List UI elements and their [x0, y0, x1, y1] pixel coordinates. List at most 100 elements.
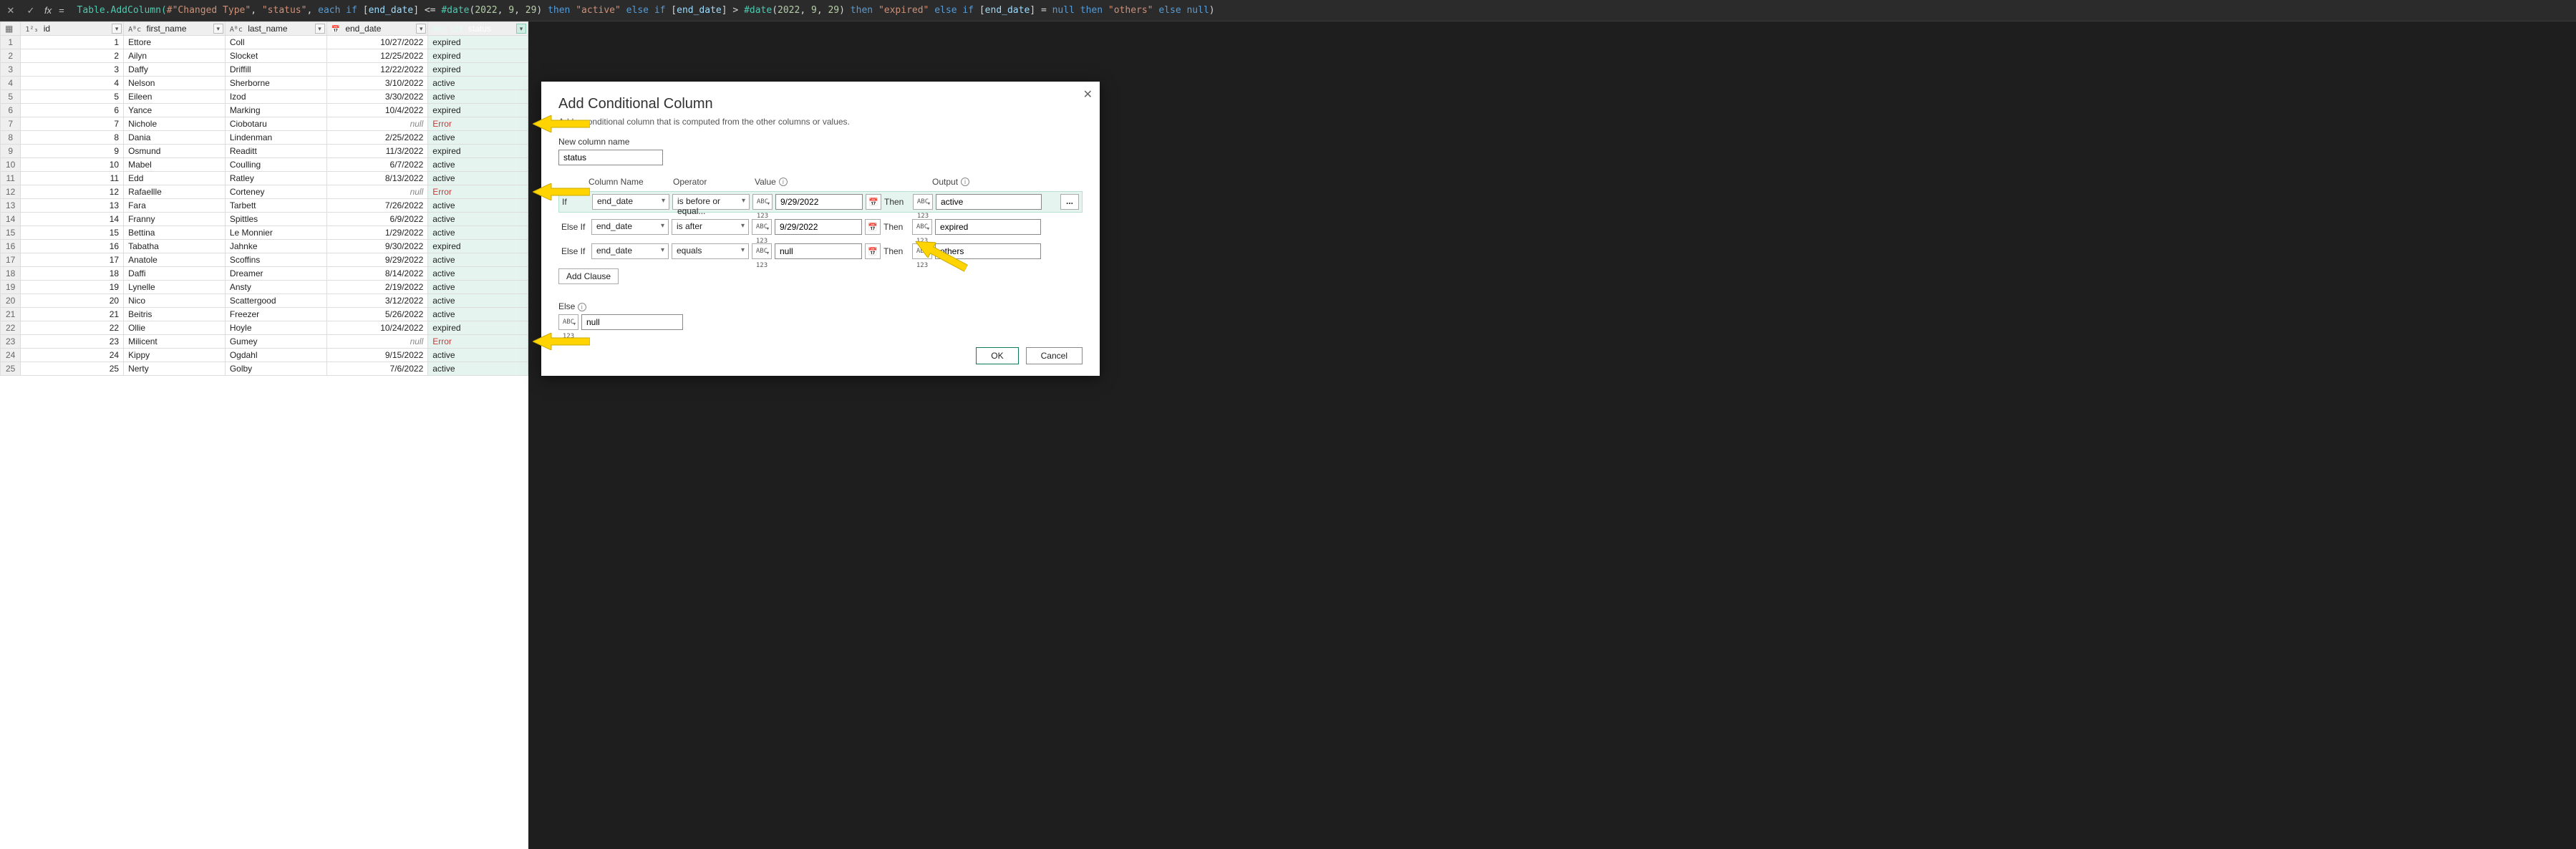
cell-status[interactable]: active: [428, 226, 528, 240]
cell-first-name[interactable]: Fara: [124, 199, 226, 213]
cell-first-name[interactable]: Eileen: [124, 90, 226, 104]
table-row[interactable]: 1111EddRatley8/13/2022active: [1, 172, 528, 185]
table-row[interactable]: 2222OllieHoyle10/24/2022expired: [1, 321, 528, 335]
else-value-input[interactable]: [581, 314, 683, 330]
more-options-button[interactable]: ...: [1060, 194, 1079, 210]
table-row[interactable]: 1313FaraTarbett7/26/2022active: [1, 199, 528, 213]
row-number[interactable]: 24: [1, 349, 21, 362]
cell-first-name[interactable]: Mabel: [124, 158, 226, 172]
cancel-button[interactable]: Cancel: [1026, 347, 1083, 364]
cell-first-name[interactable]: Ailyn: [124, 49, 226, 63]
cell-id[interactable]: 4: [21, 77, 124, 90]
cell-id[interactable]: 21: [21, 308, 124, 321]
cell-first-name[interactable]: Nichole: [124, 117, 226, 131]
accept-formula-icon[interactable]: ✓: [24, 5, 37, 16]
row-number[interactable]: 12: [1, 185, 21, 199]
cell-status[interactable]: expired: [428, 36, 528, 49]
date-picker-icon[interactable]: 📅: [866, 194, 881, 210]
cell-first-name[interactable]: Franny: [124, 213, 226, 226]
row-number[interactable]: 11: [1, 172, 21, 185]
cell-first-name[interactable]: Ollie: [124, 321, 226, 335]
filter-dropdown-icon[interactable]: ▾: [516, 24, 526, 34]
cell-end-date[interactable]: 8/13/2022: [326, 172, 428, 185]
cell-last-name[interactable]: Le Monnier: [225, 226, 326, 240]
cell-id[interactable]: 5: [21, 90, 124, 104]
data-grid[interactable]: ▦ 1²₃ id ▾ Aᴮc first_name ▾ Aᴮc: [0, 21, 528, 849]
cell-id[interactable]: 25: [21, 362, 124, 376]
table-row[interactable]: 1818DaffiDreamer8/14/2022active: [1, 267, 528, 281]
row-number[interactable]: 10: [1, 158, 21, 172]
cell-last-name[interactable]: Freezer: [225, 308, 326, 321]
cell-last-name[interactable]: Driffill: [225, 63, 326, 77]
row-number[interactable]: 2: [1, 49, 21, 63]
cell-end-date[interactable]: 6/9/2022: [326, 213, 428, 226]
row-number[interactable]: 5: [1, 90, 21, 104]
cell-end-date[interactable]: 9/15/2022: [326, 349, 428, 362]
cell-first-name[interactable]: Nico: [124, 294, 226, 308]
row-number[interactable]: 9: [1, 145, 21, 158]
table-row[interactable]: 1515BettinaLe Monnier1/29/2022active: [1, 226, 528, 240]
cell-id[interactable]: 12: [21, 185, 124, 199]
cell-end-date[interactable]: null: [326, 185, 428, 199]
table-row[interactable]: 55EileenIzod3/30/2022active: [1, 90, 528, 104]
cell-end-date[interactable]: 7/26/2022: [326, 199, 428, 213]
cell-status[interactable]: active: [428, 90, 528, 104]
cancel-formula-icon[interactable]: ✕: [4, 5, 17, 16]
row-number[interactable]: 20: [1, 294, 21, 308]
table-row[interactable]: 1717AnatoleScoffins9/29/2022active: [1, 253, 528, 267]
output-input[interactable]: [935, 243, 1041, 259]
cell-last-name[interactable]: Spittles: [225, 213, 326, 226]
cell-last-name[interactable]: Ratley: [225, 172, 326, 185]
cell-first-name[interactable]: Nelson: [124, 77, 226, 90]
close-icon[interactable]: ✕: [1083, 87, 1093, 102]
cell-id[interactable]: 16: [21, 240, 124, 253]
cell-id[interactable]: 10: [21, 158, 124, 172]
cell-last-name[interactable]: Gumey: [225, 335, 326, 349]
value-type-selector[interactable]: ABC 123: [752, 243, 772, 259]
cell-status[interactable]: active: [428, 294, 528, 308]
cell-last-name[interactable]: Dreamer: [225, 267, 326, 281]
cell-status[interactable]: expired: [428, 240, 528, 253]
cell-last-name[interactable]: Tarbett: [225, 199, 326, 213]
cell-status[interactable]: active: [428, 281, 528, 294]
table-row[interactable]: 1010MabelCoulling6/7/2022active: [1, 158, 528, 172]
table-row[interactable]: 33DaffyDriffill12/22/2022expired: [1, 63, 528, 77]
cell-first-name[interactable]: Rafaellle: [124, 185, 226, 199]
table-row[interactable]: 2323MilicentGumeynullError: [1, 335, 528, 349]
row-number[interactable]: 25: [1, 362, 21, 376]
cell-status[interactable]: active: [428, 158, 528, 172]
filter-dropdown-icon[interactable]: ▾: [213, 24, 223, 34]
cell-status[interactable]: expired: [428, 63, 528, 77]
filter-dropdown-icon[interactable]: ▾: [315, 24, 325, 34]
cell-end-date[interactable]: 3/12/2022: [326, 294, 428, 308]
filter-dropdown-icon[interactable]: ▾: [112, 24, 122, 34]
filter-dropdown-icon[interactable]: ▾: [416, 24, 426, 34]
row-number[interactable]: 15: [1, 226, 21, 240]
cell-last-name[interactable]: Lindenman: [225, 131, 326, 145]
cell-status[interactable]: expired: [428, 104, 528, 117]
cell-first-name[interactable]: Ettore: [124, 36, 226, 49]
fx-icon[interactable]: fx: [44, 5, 52, 16]
cell-id[interactable]: 18: [21, 267, 124, 281]
cell-end-date[interactable]: null: [326, 117, 428, 131]
cell-end-date[interactable]: 12/22/2022: [326, 63, 428, 77]
cell-end-date[interactable]: 7/6/2022: [326, 362, 428, 376]
table-row[interactable]: 99OsmundReaditt11/3/2022expired: [1, 145, 528, 158]
table-row[interactable]: 1414FrannySpittles6/9/2022active: [1, 213, 528, 226]
cell-id[interactable]: 3: [21, 63, 124, 77]
info-icon[interactable]: i: [578, 303, 586, 311]
cell-end-date[interactable]: 12/25/2022: [326, 49, 428, 63]
cell-id[interactable]: 19: [21, 281, 124, 294]
cell-id[interactable]: 15: [21, 226, 124, 240]
row-number[interactable]: 14: [1, 213, 21, 226]
cell-last-name[interactable]: Marking: [225, 104, 326, 117]
add-clause-button[interactable]: Add Clause: [558, 268, 619, 284]
cell-last-name[interactable]: Scattergood: [225, 294, 326, 308]
row-number[interactable]: 17: [1, 253, 21, 267]
table-row[interactable]: 2424KippyOgdahl9/15/2022active: [1, 349, 528, 362]
row-number[interactable]: 22: [1, 321, 21, 335]
row-number[interactable]: 3: [1, 63, 21, 77]
cell-status[interactable]: expired: [428, 49, 528, 63]
cell-status[interactable]: expired: [428, 145, 528, 158]
cell-end-date[interactable]: 5/26/2022: [326, 308, 428, 321]
